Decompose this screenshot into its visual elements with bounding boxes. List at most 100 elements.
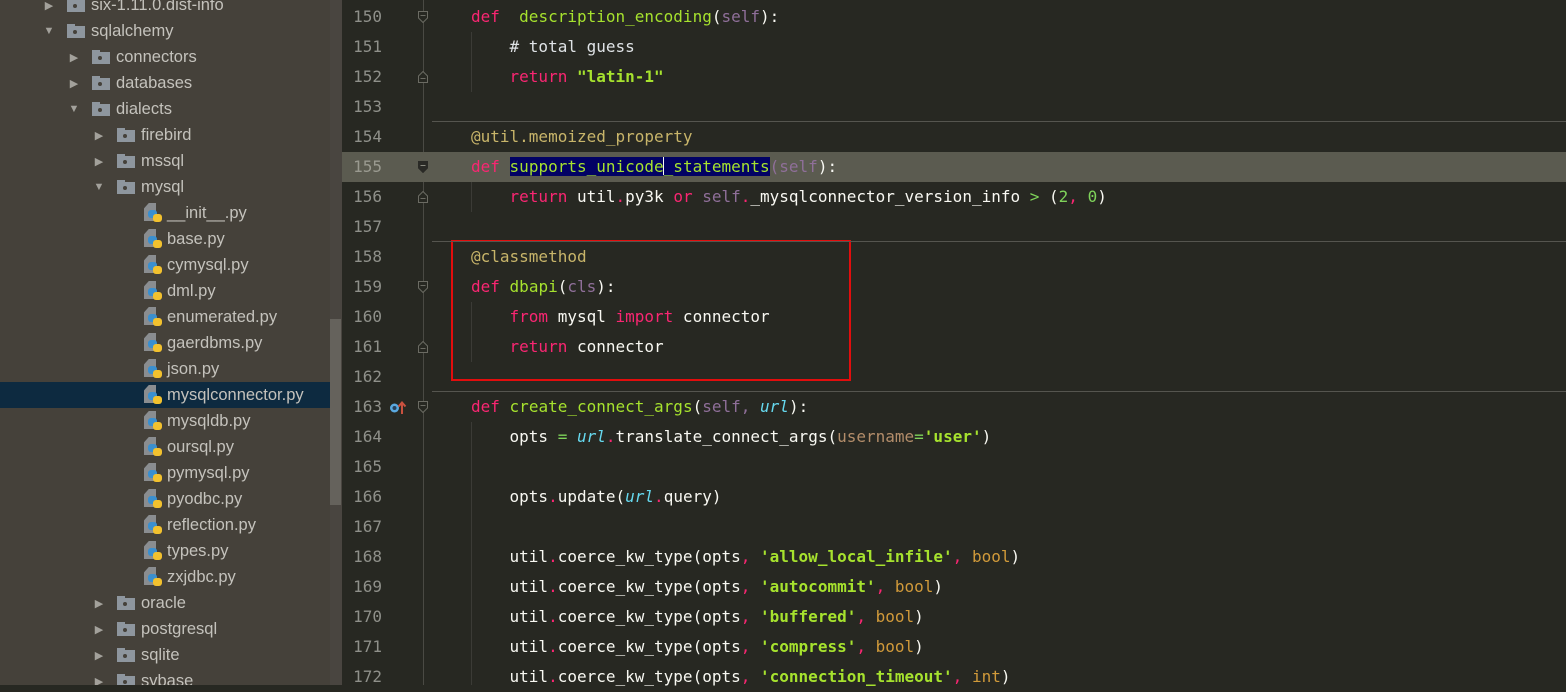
tree-folder[interactable]: ▼ dialects [0,96,330,122]
tree-file[interactable]: mysqlconnector.py [0,382,342,408]
code-line[interactable]: util.coerce_kw_type(opts, 'autocommit', … [432,572,1566,602]
code-token: , [856,607,866,626]
code-line[interactable]: def create_connect_args(self, url): [432,392,1566,422]
expand-arrow-down-icon[interactable]: ▼ [43,24,55,38]
code-line[interactable]: @util.memoized_property [432,122,1566,152]
tree-file[interactable]: __init__.py [0,200,330,226]
expand-arrow-right-icon[interactable]: ▶ [93,674,105,686]
code-line[interactable]: # total guess [432,32,1566,62]
tree-folder[interactable]: ▶ oracle [0,590,330,616]
tree-item-label: six-1.11.0.dist-info [91,0,224,14]
code-token: _mysqlconnector_version_info [750,187,1030,206]
tree-file[interactable]: pymysql.py [0,460,330,486]
code-line[interactable]: util.coerce_kw_type(opts, 'connection_ti… [432,662,1566,692]
tree-file[interactable]: cymysql.py [0,252,330,278]
tree-folder[interactable]: ▼ mysql [0,174,330,200]
tree-file[interactable]: oursql.py [0,434,330,460]
fold-collapse-icon[interactable] [418,161,428,173]
code-token: , [952,667,963,686]
tree-file[interactable]: types.py [0,538,330,564]
python-file-icon [144,385,164,405]
line-number: 154 [353,127,382,146]
code-token: ): [817,157,838,176]
expand-arrow-right-icon[interactable]: ▶ [93,648,105,662]
tree-file[interactable]: reflection.py [0,512,330,538]
line-number: 170 [353,607,382,626]
python-file-icon [144,255,164,275]
sidebar-scrollbar-thumb[interactable] [330,319,341,505]
code-line[interactable]: def description_encoding(self): [432,2,1566,32]
tree-file[interactable]: gaerdbms.py [0,330,330,356]
expand-arrow-right-icon[interactable]: ▶ [93,128,105,142]
tree-file[interactable]: enumerated.py [0,304,330,330]
code-token: util [471,667,549,686]
overrides-method-icon[interactable] [389,400,409,414]
fold-collapse-icon[interactable] [418,401,428,413]
code-token: . [548,577,558,596]
expand-arrow-right-icon[interactable]: ▶ [43,0,55,12]
expand-arrow-right-icon[interactable]: ▶ [93,596,105,610]
code-token: coerce_kw_type(opts [557,547,741,566]
code-line[interactable]: util.coerce_kw_type(opts, 'buffered', bo… [432,602,1566,632]
indent-guide [471,302,472,362]
tree-folder[interactable]: ▶ databases [0,70,330,96]
tree-folder[interactable]: ▶ mssql [0,148,330,174]
code-line[interactable] [432,452,1566,482]
expand-arrow-down-icon[interactable]: ▼ [93,180,105,194]
tree-file[interactable]: mysqldb.py [0,408,330,434]
expand-arrow-right-icon[interactable]: ▶ [93,622,105,636]
code-token: . [605,427,616,446]
tree-file[interactable]: json.py [0,356,330,382]
code-line[interactable]: return "latin-1" [432,62,1566,92]
code-line-current[interactable]: def supports_unicode_statements(self): [342,152,1566,182]
tree-file[interactable]: zxjdbc.py [0,564,330,590]
code-token: url [760,397,789,416]
tree-item-label: dml.py [167,281,216,300]
code-token: . [548,607,558,626]
tree-item-label: mysqldb.py [167,411,251,430]
expand-arrow-right-icon[interactable]: ▶ [68,76,80,90]
fold-end-icon[interactable] [418,191,428,203]
code-line[interactable]: opts.update(url.query) [432,482,1566,512]
tree-file[interactable]: pyodbc.py [0,486,330,512]
python-file-icon [144,229,164,249]
code-token: coerce_kw_type(opts [557,667,741,686]
tree-folder[interactable]: ▶ connectors [0,44,330,70]
code-line[interactable]: return util.py3k or self._mysqlconnector… [432,182,1566,212]
expand-arrow-right-icon[interactable]: ▶ [93,154,105,168]
fold-collapse-icon[interactable] [418,281,428,293]
fold-end-icon[interactable] [418,341,428,353]
code-token: , [856,637,866,656]
expand-arrow-right-icon[interactable]: ▶ [68,50,80,64]
tree-folder[interactable]: ▶ sybase [0,668,330,685]
fold-collapse-icon[interactable] [418,11,428,23]
tree-folder[interactable]: ▼ sqlalchemy [0,18,330,44]
python-file-icon [144,567,164,587]
folder-icon [117,596,135,610]
tree-folder[interactable]: ▶ firebird [0,122,330,148]
code-token: ( [1039,187,1059,206]
expand-arrow-down-icon[interactable]: ▼ [68,102,80,116]
code-line[interactable] [432,212,1566,242]
code-token: util [567,187,616,206]
tree-file[interactable]: dml.py [0,278,330,304]
code-line[interactable]: opts = url.translate_connect_args(userna… [432,422,1566,452]
tree-folder[interactable]: ▶ six-1.11.0.dist-info [0,0,330,18]
code-line[interactable]: util.coerce_kw_type(opts, 'compress', bo… [432,632,1566,662]
code-token: bool [875,637,915,656]
code-line[interactable] [432,512,1566,542]
python-file-icon [144,437,164,457]
code-line[interactable] [432,92,1566,122]
folder-icon [67,0,85,12]
tree-folder[interactable]: ▶ postgresql [0,616,330,642]
tree-folder[interactable]: ▶ sqlite [0,642,330,668]
code-token: 'buffered' [760,607,857,626]
tree-file[interactable]: base.py [0,226,330,252]
folder-icon [117,648,135,662]
code-token: supports_unicode [509,157,664,176]
tree-item-label: types.py [167,541,229,560]
fold-end-icon[interactable] [418,71,428,83]
code-line[interactable]: util.coerce_kw_type(opts, 'allow_local_i… [432,542,1566,572]
